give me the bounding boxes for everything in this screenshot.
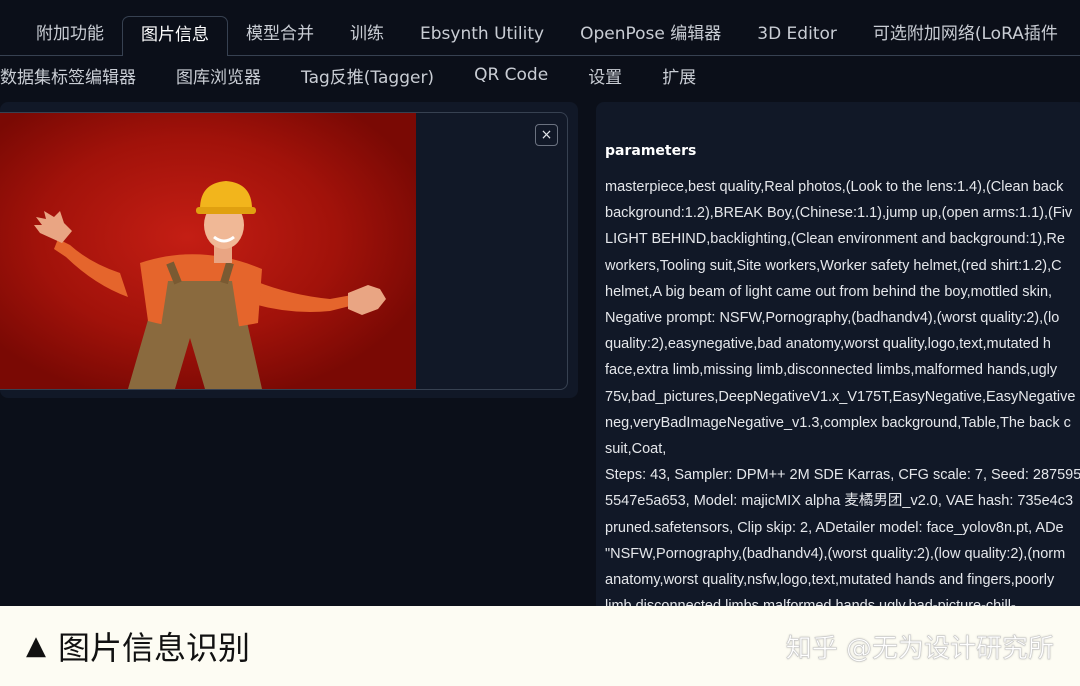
triangle-icon: ▲: [26, 631, 46, 661]
tab-png-info[interactable]: 图片信息: [122, 16, 228, 56]
parameters-line: pruned.safetensors, Clip skip: 2, ADetai…: [605, 519, 1064, 536]
parameters-line: 5547e5a653, Model: majicMIX alpha 麦橘男团_v…: [605, 493, 1074, 510]
tab-3d-editor[interactable]: 3D Editor: [739, 16, 855, 54]
parameters-line: background:1.2),BREAK Boy,(Chinese:1.1),…: [605, 205, 1073, 222]
parameters-line: anatomy,worst quality,nsfw,logo,text,mut…: [605, 572, 1055, 589]
tab-settings[interactable]: 设置: [568, 63, 642, 88]
parameters-title: parameters: [605, 143, 697, 159]
caption: ▲ 图片信息识别: [26, 623, 250, 669]
tab-image-browser[interactable]: 图库浏览器: [156, 63, 281, 88]
watermark-text: 知乎 @无为设计研究所: [785, 634, 1054, 665]
image-input-panel: [0, 102, 578, 398]
tab-additional-networks[interactable]: 可选附加网络(LoRA插件: [855, 16, 1076, 54]
tab-qr-code[interactable]: QR Code: [454, 65, 568, 85]
clear-image-button[interactable]: ×: [535, 124, 558, 146]
parameters-line: neg,veryBadImageNegative_v1.3,complex ba…: [605, 414, 1071, 431]
parameters-line: helmet,A big beam of light came out from…: [605, 283, 1053, 300]
tab-extensions[interactable]: 扩展: [642, 63, 716, 88]
parameters-line: LIGHT BEHIND,backlighting,(Clean environ…: [605, 231, 1065, 248]
tab-openpose-editor[interactable]: OpenPose 编辑器: [562, 16, 739, 54]
parameters-line: 75v,bad_pictures,DeepNegativeV1.x_V175T,…: [605, 388, 1076, 405]
main-tab-bar: 附加功能 图片信息 模型合并 训练 Ebsynth Utility OpenPo…: [0, 0, 1080, 56]
parameters-line: suit,Coat,: [605, 441, 667, 458]
caption-text: 图片信息识别: [58, 629, 251, 667]
parameters-line: workers,Tooling suit,Site workers,Worker…: [605, 257, 1062, 274]
parameters-line: face,extra limb,missing limb,disconnecte…: [605, 362, 1058, 379]
worker-boy-illustration: [0, 113, 416, 389]
tab-dataset-tag-editor[interactable]: 数据集标签编辑器: [0, 63, 156, 88]
parameters-line: masterpiece,best quality,Real photos,(Lo…: [605, 179, 1064, 195]
parameters-line: "NSFW,Pornography,(badhandv4),(worst qua…: [605, 545, 1066, 562]
tab-tagger[interactable]: Tag反推(Tagger): [281, 63, 454, 88]
parameters-line: Negative prompt: NSFW,Pornography,(badha…: [605, 310, 1060, 327]
tab-ebsynth-utility[interactable]: Ebsynth Utility: [402, 16, 562, 54]
parameters-line: quality:2),easynegative,bad anatomy,wors…: [605, 336, 1051, 353]
parameters-text: masterpiece,best quality,Real photos,(Lo…: [605, 174, 1080, 619]
parameters-line: Steps: 43, Sampler: DPM++ 2M SDE Karras,…: [605, 467, 1080, 484]
image-dropzone[interactable]: [0, 112, 568, 390]
secondary-tab-bar: 数据集标签编辑器 图库浏览器 Tag反推(Tagger) QR Code 设置 …: [0, 58, 1080, 92]
uploaded-photo: [0, 113, 416, 389]
tab-extras[interactable]: 附加功能: [0, 16, 122, 54]
caption-bar: ▲ 图片信息识别 知乎 @无为设计研究所: [0, 606, 1080, 686]
parameters-output-panel: parameters masterpiece,best quality,Real…: [596, 102, 1080, 622]
tab-train[interactable]: 训练: [332, 16, 402, 54]
tab-checkpoint-merger[interactable]: 模型合并: [228, 16, 332, 54]
app-window: 附加功能 图片信息 模型合并 训练 Ebsynth Utility OpenPo…: [0, 0, 1080, 686]
